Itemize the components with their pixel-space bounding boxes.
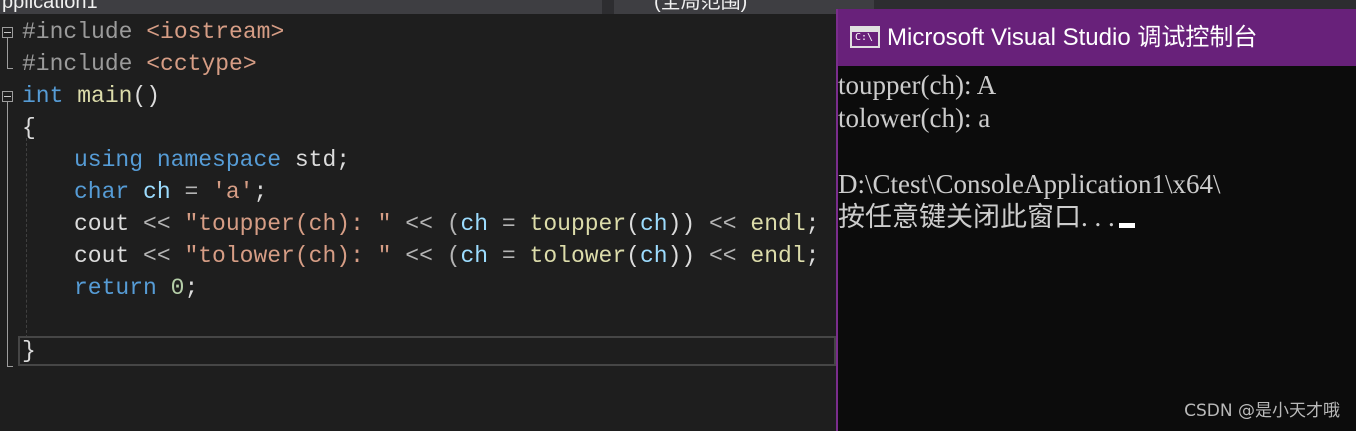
semicolon: ; (184, 275, 199, 301)
identifier: cout (74, 243, 130, 269)
char-literal: 'a' (212, 179, 254, 205)
code-editor[interactable]: #include <iostream> #include <cctype> in… (0, 14, 836, 431)
console-line-2: tolower(ch): a (838, 103, 991, 133)
brace: } (22, 338, 36, 364)
code-line-5: using namespace std; (74, 144, 350, 176)
preprocessor-directive: #include (22, 19, 133, 45)
operator: << (129, 243, 185, 269)
paren: )) (667, 211, 696, 237)
function-call: toupper (529, 211, 627, 237)
console-line-1: toupper(ch): A (838, 70, 997, 100)
indent-guide (26, 138, 27, 338)
watermark: CSDN @是小天才哦 (1184, 401, 1340, 421)
keyword: char (74, 179, 130, 205)
function-name: main (63, 83, 133, 109)
preprocessor-directive: #include (22, 51, 133, 77)
namespace-name: std; (281, 147, 351, 173)
identifier: endl (750, 243, 806, 269)
variable: ch (143, 179, 171, 205)
operator: << (129, 211, 185, 237)
function-call: tolower (529, 243, 627, 269)
current-line-highlight (18, 336, 836, 366)
keyword: namespace (156, 147, 282, 173)
text-cursor (1118, 223, 1135, 229)
string-literal: "toupper(ch): " (184, 211, 392, 237)
project-dropdown[interactable]: pplication1 (0, 0, 602, 14)
operator: = (488, 243, 530, 269)
code-line-1: #include <iostream> (22, 16, 284, 48)
scope-dropdown[interactable]: (全局范围) (614, 0, 874, 14)
paren: ( (626, 211, 640, 237)
paren: ( (626, 243, 640, 269)
console-title-bar[interactable]: C:\ Microsoft Visual Studio 调试控制台 (836, 9, 1356, 66)
variable: ch (639, 243, 668, 269)
header-name: <cctype> (146, 51, 257, 77)
operator: << (695, 211, 751, 237)
code-line-4: { (22, 112, 36, 144)
identifier: cout (74, 211, 130, 237)
window-border (836, 9, 838, 431)
code-line-9: return 0; (74, 272, 198, 304)
semicolon: ; (805, 243, 820, 269)
variable: ch (460, 243, 489, 269)
operator: << ( (391, 243, 461, 269)
operator: = (488, 211, 530, 237)
console-app-icon: C:\ (850, 26, 880, 48)
code-line-2: #include <cctype> (22, 48, 257, 80)
debug-console-window[interactable]: C:\ Microsoft Visual Studio 调试控制台 touppe… (836, 9, 1356, 431)
console-line-4: D:\Ctest\ConsoleApplication1\x64\ (838, 169, 1221, 199)
keyword: int (22, 83, 64, 109)
brace: { (22, 115, 36, 141)
paren: )) (667, 243, 696, 269)
keyword: using (74, 147, 144, 173)
console-output[interactable]: toupper(ch): A tolower(ch): a D:\Ctest\C… (836, 66, 1356, 431)
console-icon-glyph: C:\ (855, 32, 874, 43)
variable: ch (639, 211, 668, 237)
keyword: return (74, 275, 157, 301)
header-name: <iostream> (146, 19, 285, 45)
console-title: Microsoft Visual Studio 调试控制台 (887, 24, 1258, 51)
console-line-5: 按任意键关闭此窗口. . . (838, 201, 1135, 234)
punctuation: () (132, 83, 161, 109)
string-literal: "tolower(ch): " (184, 243, 392, 269)
fold-line (7, 38, 8, 68)
operator: = (170, 179, 213, 205)
semicolon: ; (805, 211, 820, 237)
variable: ch (460, 211, 489, 237)
fold-line (7, 102, 8, 366)
semicolon: ; (253, 179, 268, 205)
collapse-main-icon[interactable] (2, 91, 13, 102)
operator: << (695, 243, 751, 269)
code-line-7: cout << "toupper(ch): " << (ch = toupper… (74, 208, 819, 240)
code-line-8: cout << "tolower(ch): " << (ch = tolower… (74, 240, 819, 272)
operator: << ( (391, 211, 461, 237)
code-line-3: int main() (22, 80, 160, 112)
fold-end (7, 366, 13, 367)
code-line-6: char ch = 'a'; (74, 176, 267, 208)
number-literal: 0 (170, 275, 185, 301)
fold-end (7, 68, 13, 69)
identifier: endl (750, 211, 806, 237)
collapse-include-icon[interactable] (2, 27, 13, 38)
code-line-11: } (22, 335, 36, 367)
console-prompt-text: 按任意键关闭此窗口. . . (838, 202, 1115, 232)
